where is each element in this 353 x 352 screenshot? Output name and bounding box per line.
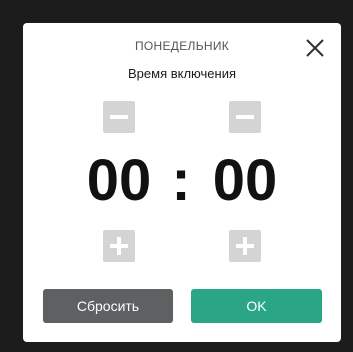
minutes-decrement-button[interactable] bbox=[229, 101, 261, 133]
minus-icon bbox=[236, 115, 254, 119]
hours-increment-button[interactable] bbox=[103, 230, 135, 262]
hours-value: 00 bbox=[86, 148, 152, 213]
minutes-increment-button[interactable] bbox=[229, 230, 261, 262]
plus-icon bbox=[236, 237, 254, 255]
hours-decrement-button[interactable] bbox=[103, 101, 135, 133]
minus-icon bbox=[110, 115, 128, 119]
dialog-subtitle: Время включения bbox=[128, 66, 236, 81]
minutes-value: 00 bbox=[212, 148, 278, 213]
plus-icon bbox=[110, 237, 128, 255]
close-button[interactable] bbox=[304, 37, 326, 59]
reset-button[interactable]: Сбросить bbox=[43, 289, 173, 323]
time-picker-dialog: ПОНЕДЕЛЬНИК Время включения 00 : 00 Сбро… bbox=[23, 23, 341, 342]
close-icon bbox=[306, 39, 324, 57]
time-separator: : bbox=[171, 148, 191, 213]
day-title: ПОНЕДЕЛЬНИК bbox=[134, 39, 230, 53]
ok-button[interactable]: OK bbox=[191, 289, 322, 323]
